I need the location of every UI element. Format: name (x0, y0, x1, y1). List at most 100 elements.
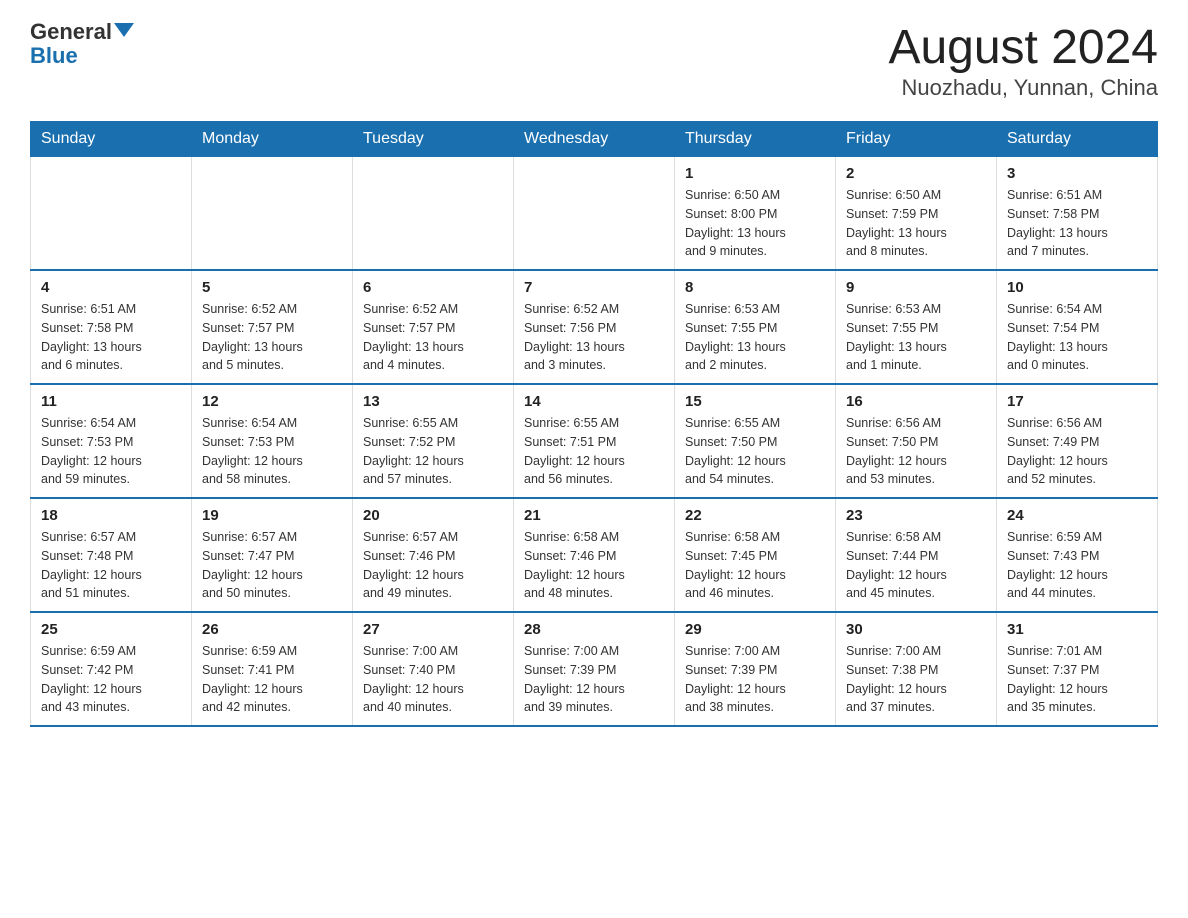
day-info: Sunrise: 6:55 AMSunset: 7:50 PMDaylight:… (685, 414, 825, 489)
logo-blue: Blue (30, 44, 78, 68)
weekday-header-thursday: Thursday (675, 122, 836, 157)
day-number: 7 (524, 279, 664, 296)
calendar-cell: 10 Sunrise: 6:54 AMSunset: 7:54 PMDayligh… (997, 270, 1158, 384)
day-number: 8 (685, 279, 825, 296)
day-info: Sunrise: 6:52 AMSunset: 7:57 PMDaylight:… (363, 300, 503, 375)
weekday-header-monday: Monday (192, 122, 353, 157)
calendar-cell: 1Sunrise: 6:50 AMSunset: 8:00 PMDaylight… (675, 157, 836, 271)
page-header: General Blue August 2024 Nuozhadu, Yunna… (30, 20, 1158, 101)
day-info: Sunrise: 6:54 AMSunset: 7:53 PMDaylight:… (202, 414, 342, 489)
day-info: Sunrise: 7:00 AMSunset: 7:39 PMDaylight:… (685, 642, 825, 717)
day-info: Sunrise: 6:58 AMSunset: 7:46 PMDaylight:… (524, 528, 664, 603)
day-info: Sunrise: 6:55 AMSunset: 7:51 PMDaylight:… (524, 414, 664, 489)
day-info: Sunrise: 6:59 AMSunset: 7:43 PMDaylight:… (1007, 528, 1147, 603)
day-number: 14 (524, 393, 664, 410)
day-number: 12 (202, 393, 342, 410)
weekday-header-tuesday: Tuesday (353, 122, 514, 157)
day-info: Sunrise: 6:55 AMSunset: 7:52 PMDaylight:… (363, 414, 503, 489)
calendar-cell: 13 Sunrise: 6:55 AMSunset: 7:52 PMDayligh… (353, 384, 514, 498)
calendar-cell: 17 Sunrise: 6:56 AMSunset: 7:49 PMDayligh… (997, 384, 1158, 498)
day-info: Sunrise: 6:52 AMSunset: 7:56 PMDaylight:… (524, 300, 664, 375)
calendar-cell: 30 Sunrise: 7:00 AMSunset: 7:38 PMDayligh… (836, 612, 997, 726)
day-info: Sunrise: 7:00 AMSunset: 7:39 PMDaylight:… (524, 642, 664, 717)
day-info: Sunrise: 7:00 AMSunset: 7:38 PMDaylight:… (846, 642, 986, 717)
logo-general: General (30, 20, 112, 44)
logo-triangle-icon (114, 23, 134, 37)
day-number: 18 (41, 507, 181, 524)
day-info: Sunrise: 6:56 AMSunset: 7:49 PMDaylight:… (1007, 414, 1147, 489)
calendar-cell: 27 Sunrise: 7:00 AMSunset: 7:40 PMDayligh… (353, 612, 514, 726)
day-number: 5 (202, 279, 342, 296)
calendar-cell: 6 Sunrise: 6:52 AMSunset: 7:57 PMDaylight… (353, 270, 514, 384)
day-number: 3 (1007, 165, 1147, 182)
day-number: 10 (1007, 279, 1147, 296)
calendar-cell: 20Sunrise: 6:57 AMSunset: 7:46 PMDayligh… (353, 498, 514, 612)
week-row-2: 4Sunrise: 6:51 AMSunset: 7:58 PMDaylight… (31, 270, 1158, 384)
day-number: 22 (685, 507, 825, 524)
weekday-header-saturday: Saturday (997, 122, 1158, 157)
day-number: 2 (846, 165, 986, 182)
calendar-cell: 26 Sunrise: 6:59 AMSunset: 7:41 PMDayligh… (192, 612, 353, 726)
week-row-1: 1Sunrise: 6:50 AMSunset: 8:00 PMDaylight… (31, 157, 1158, 271)
day-number: 15 (685, 393, 825, 410)
weekday-header-sunday: Sunday (31, 122, 192, 157)
day-info: Sunrise: 6:56 AMSunset: 7:50 PMDaylight:… (846, 414, 986, 489)
day-number: 4 (41, 279, 181, 296)
calendar-cell (514, 157, 675, 271)
calendar-cell: 24Sunrise: 6:59 AMSunset: 7:43 PMDayligh… (997, 498, 1158, 612)
calendar-cell (31, 157, 192, 271)
day-number: 1 (685, 165, 825, 182)
day-info: Sunrise: 6:53 AMSunset: 7:55 PMDaylight:… (846, 300, 986, 375)
day-number: 31 (1007, 621, 1147, 638)
calendar-cell: 18 Sunrise: 6:57 AMSunset: 7:48 PMDayligh… (31, 498, 192, 612)
calendar-cell: 2 Sunrise: 6:50 AMSunset: 7:59 PMDaylight… (836, 157, 997, 271)
day-number: 19 (202, 507, 342, 524)
calendar-title: August 2024 (888, 20, 1158, 75)
calendar-cell: 31Sunrise: 7:01 AMSunset: 7:37 PMDayligh… (997, 612, 1158, 726)
week-row-5: 25Sunrise: 6:59 AMSunset: 7:42 PMDayligh… (31, 612, 1158, 726)
day-number: 11 (41, 393, 181, 410)
calendar-cell: 9 Sunrise: 6:53 AMSunset: 7:55 PMDaylight… (836, 270, 997, 384)
day-info: Sunrise: 7:00 AMSunset: 7:40 PMDaylight:… (363, 642, 503, 717)
calendar-cell: 29 Sunrise: 7:00 AMSunset: 7:39 PMDayligh… (675, 612, 836, 726)
calendar-cell: 28 Sunrise: 7:00 AMSunset: 7:39 PMDayligh… (514, 612, 675, 726)
day-number: 30 (846, 621, 986, 638)
day-number: 17 (1007, 393, 1147, 410)
day-number: 21 (524, 507, 664, 524)
day-info: Sunrise: 6:59 AMSunset: 7:41 PMDaylight:… (202, 642, 342, 717)
day-number: 23 (846, 507, 986, 524)
day-info: Sunrise: 6:59 AMSunset: 7:42 PMDaylight:… (41, 642, 181, 717)
calendar-subtitle: Nuozhadu, Yunnan, China (888, 75, 1158, 101)
day-number: 6 (363, 279, 503, 296)
day-number: 29 (685, 621, 825, 638)
day-number: 16 (846, 393, 986, 410)
title-block: August 2024 Nuozhadu, Yunnan, China (888, 20, 1158, 101)
calendar-cell: 12 Sunrise: 6:54 AMSunset: 7:53 PMDayligh… (192, 384, 353, 498)
day-info: Sunrise: 6:58 AMSunset: 7:44 PMDaylight:… (846, 528, 986, 603)
calendar-cell: 19 Sunrise: 6:57 AMSunset: 7:47 PMDayligh… (192, 498, 353, 612)
day-info: Sunrise: 6:54 AMSunset: 7:54 PMDaylight:… (1007, 300, 1147, 375)
calendar-cell: 23 Sunrise: 6:58 AMSunset: 7:44 PMDayligh… (836, 498, 997, 612)
day-info: Sunrise: 6:57 AMSunset: 7:48 PMDaylight:… (41, 528, 181, 603)
weekday-header-wednesday: Wednesday (514, 122, 675, 157)
day-info: Sunrise: 6:57 AMSunset: 7:47 PMDaylight:… (202, 528, 342, 603)
day-info: Sunrise: 6:58 AMSunset: 7:45 PMDaylight:… (685, 528, 825, 603)
calendar-cell: 14 Sunrise: 6:55 AMSunset: 7:51 PMDayligh… (514, 384, 675, 498)
weekday-header-friday: Friday (836, 122, 997, 157)
calendar-cell: 22 Sunrise: 6:58 AMSunset: 7:45 PMDayligh… (675, 498, 836, 612)
day-number: 9 (846, 279, 986, 296)
calendar-cell: 16 Sunrise: 6:56 AMSunset: 7:50 PMDayligh… (836, 384, 997, 498)
day-number: 13 (363, 393, 503, 410)
calendar-cell: 8Sunrise: 6:53 AMSunset: 7:55 PMDaylight… (675, 270, 836, 384)
calendar-cell: 15 Sunrise: 6:55 AMSunset: 7:50 PMDayligh… (675, 384, 836, 498)
calendar-cell: 21 Sunrise: 6:58 AMSunset: 7:46 PMDayligh… (514, 498, 675, 612)
day-number: 27 (363, 621, 503, 638)
calendar-table: SundayMondayTuesdayWednesdayThursdayFrid… (30, 121, 1158, 727)
calendar-cell (353, 157, 514, 271)
calendar-cell: 7 Sunrise: 6:52 AMSunset: 7:56 PMDaylight… (514, 270, 675, 384)
day-info: Sunrise: 6:50 AMSunset: 7:59 PMDaylight:… (846, 186, 986, 261)
weekday-header-row: SundayMondayTuesdayWednesdayThursdayFrid… (31, 122, 1158, 157)
logo: General Blue (30, 20, 134, 68)
day-number: 26 (202, 621, 342, 638)
day-number: 28 (524, 621, 664, 638)
